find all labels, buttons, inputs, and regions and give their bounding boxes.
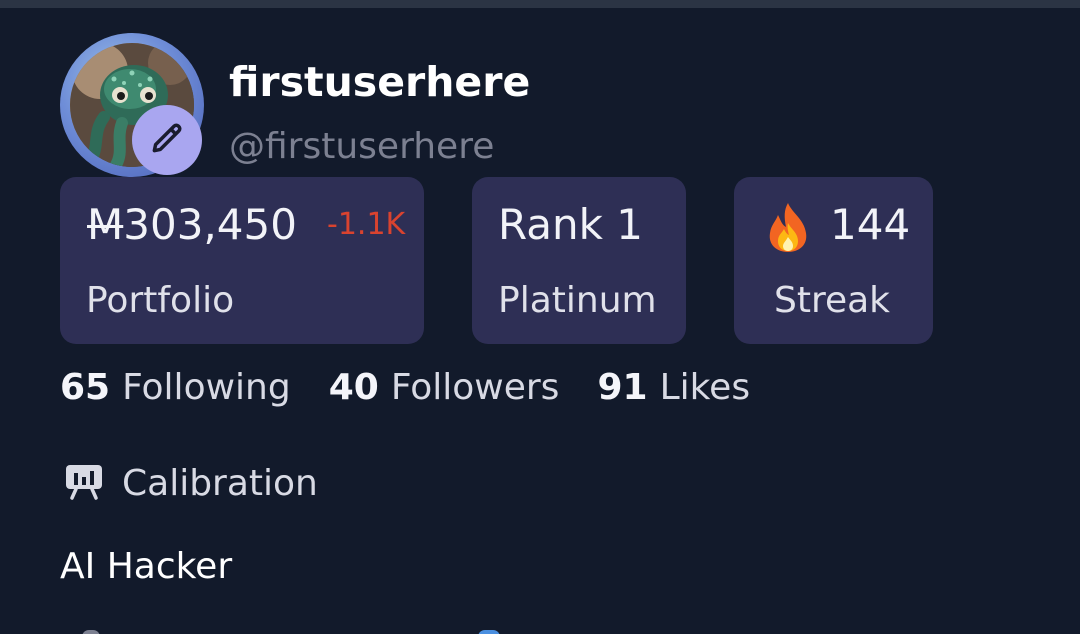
mana-currency-symbol: M xyxy=(87,200,124,249)
pencil-icon xyxy=(148,119,186,161)
league-label: Platinum xyxy=(498,280,657,321)
fire-icon xyxy=(764,201,812,253)
rank-value: Rank 1 xyxy=(498,200,644,249)
calibration-label: Calibration xyxy=(122,462,318,504)
following-label: Following xyxy=(122,366,291,408)
edit-avatar-button[interactable] xyxy=(132,105,202,175)
portfolio-delta: -1.1K xyxy=(327,207,406,242)
streak-card[interactable]: 144 Streak xyxy=(734,177,933,344)
calibration-link[interactable]: Calibration xyxy=(64,458,318,508)
cut-off-row xyxy=(0,624,1080,634)
profile-bio: AI Hacker xyxy=(60,546,233,587)
followers-label: Followers xyxy=(390,366,560,408)
display-name: firstuserhere xyxy=(229,58,531,106)
user-handle: @firstuserhere xyxy=(229,126,495,167)
portfolio-label: Portfolio xyxy=(86,280,235,321)
likes-link[interactable]: 91 Likes xyxy=(597,367,750,408)
following-link[interactable]: 65 Following xyxy=(60,367,291,408)
portfolio-card[interactable]: M303,450 -1.1K Portfolio xyxy=(60,177,424,344)
following-count: 65 xyxy=(60,366,111,408)
presentation-chart-icon xyxy=(64,461,104,505)
portfolio-value: M303,450 xyxy=(87,199,297,251)
likes-label: Likes xyxy=(659,366,751,408)
rank-card[interactable]: Rank 1 Platinum xyxy=(472,177,686,344)
streak-label: Streak xyxy=(774,280,891,321)
likes-count: 91 xyxy=(597,366,648,408)
social-counts: 65 Following 40 Followers 91 Likes xyxy=(60,362,750,412)
avatar[interactable] xyxy=(60,33,204,177)
streak-value: 144 xyxy=(830,200,911,249)
followers-count: 40 xyxy=(328,366,379,408)
followers-link[interactable]: 40 Followers xyxy=(329,367,560,408)
portfolio-amount: 303,450 xyxy=(123,200,297,249)
top-divider xyxy=(0,0,1080,8)
